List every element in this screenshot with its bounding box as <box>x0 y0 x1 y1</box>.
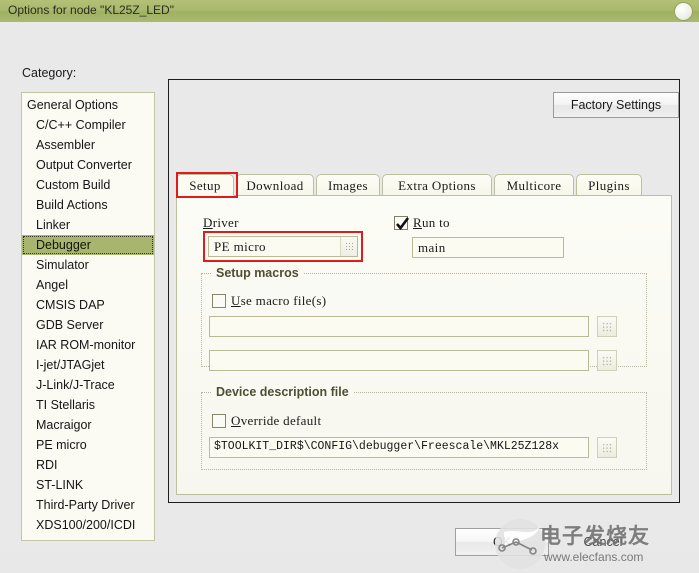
chevron-dots-icon[interactable] <box>340 237 357 256</box>
tab-extra-options[interactable]: Extra Options <box>382 174 492 196</box>
use-macro-files-label: Use macro file(s) <box>231 293 326 309</box>
run-to-checkbox[interactable] <box>394 216 410 231</box>
macro-file-1-input[interactable] <box>209 316 589 337</box>
tab-images[interactable]: Images <box>316 174 380 196</box>
category-list[interactable]: General Options C/C++ Compiler Assembler Ou… <box>21 92 155 541</box>
category-item-st-link[interactable]: ST-LINK <box>22 475 154 495</box>
driver-label-rest: river <box>212 215 239 230</box>
run-to-label: Run to <box>413 215 450 231</box>
device-description-title: Device description file <box>212 385 353 399</box>
tab-setup[interactable]: Setup <box>176 174 234 196</box>
tab-download[interactable]: Download <box>236 174 314 196</box>
category-item-c-c-compiler[interactable]: C/C++ Compiler <box>22 115 154 135</box>
checkmark-icon <box>396 217 410 231</box>
category-item-iar-rom-monitor[interactable]: IAR ROM-monitor <box>22 335 154 355</box>
browse-dots-icon <box>602 443 613 454</box>
run-to-value: main <box>418 240 446 255</box>
device-description-group: Device description file <box>201 385 647 470</box>
cancel-button[interactable]: Cancel <box>556 528 650 556</box>
category-item-assembler[interactable]: Assembler <box>22 135 154 155</box>
run-to-input[interactable]: main <box>412 237 564 258</box>
category-item-i-jet-jtagjet[interactable]: I-jet/JTAGjet <box>22 355 154 375</box>
driver-combobox[interactable]: PE micro <box>208 236 358 257</box>
category-item-pe-micro[interactable]: PE micro <box>22 435 154 455</box>
category-item-third-party-driver[interactable]: Third-Party Driver <box>22 495 154 515</box>
category-item-debugger[interactable]: Debugger <box>22 235 154 255</box>
category-item-linker[interactable]: Linker <box>22 215 154 235</box>
category-item-angel[interactable]: Angel <box>22 275 154 295</box>
run-to-label-accel: R <box>413 215 422 230</box>
dialog-body: Category: General Options C/C++ Compiler A… <box>0 22 699 569</box>
browse-dots-icon <box>602 356 613 367</box>
category-item-build-actions[interactable]: Build Actions <box>22 195 154 215</box>
window-titlebar: Options for node "KL25Z_LED" <box>0 0 699 23</box>
device-description-browse-button[interactable] <box>597 437 617 458</box>
window-title: Options for node "KL25Z_LED" <box>8 3 174 17</box>
driver-label: Driver <box>203 215 239 231</box>
browse-dots-icon <box>602 322 613 333</box>
use-macro-files-accel: U <box>231 293 241 308</box>
category-item-macraigor[interactable]: Macraigor <box>22 415 154 435</box>
macro-file-2-browse-button[interactable] <box>597 350 617 371</box>
category-item-custom-build[interactable]: Custom Build <box>22 175 154 195</box>
category-item-rdi[interactable]: RDI <box>22 455 154 475</box>
override-default-label: Override default <box>231 413 321 429</box>
run-to-label-rest: un to <box>421 215 450 230</box>
tab-multicore[interactable]: Multicore <box>494 174 574 196</box>
override-default-accel: O <box>231 413 241 428</box>
setup-macros-title: Setup macros <box>212 266 303 280</box>
tab-plugins[interactable]: Plugins <box>576 174 642 196</box>
category-item-xds100-200-icdi[interactable]: XDS100/200/ICDI <box>22 515 154 535</box>
override-default-checkbox[interactable] <box>212 414 226 428</box>
macro-file-2-input[interactable] <box>209 350 589 371</box>
macro-file-1-browse-button[interactable] <box>597 316 617 337</box>
category-item-cmsis-dap[interactable]: CMSIS DAP <box>22 295 154 315</box>
tab-strip[interactable]: Setup Download Images Extra Options Multicor… <box>176 174 672 196</box>
category-item-ti-stellaris[interactable]: TI Stellaris <box>22 395 154 415</box>
use-macro-files-label-rest: se macro file(s) <box>240 293 327 308</box>
use-macro-files-checkbox[interactable] <box>212 294 226 308</box>
category-item-gdb-server[interactable]: GDB Server <box>22 315 154 335</box>
override-default-label-rest: verride default <box>240 413 322 428</box>
category-item-simulator[interactable]: Simulator <box>22 255 154 275</box>
driver-value: PE micro <box>214 239 266 254</box>
category-item-general-options[interactable]: General Options <box>22 95 154 115</box>
close-circle-icon[interactable] <box>674 2 693 21</box>
category-item-output-converter[interactable]: Output Converter <box>22 155 154 175</box>
driver-label-accel: D <box>203 215 213 230</box>
factory-settings-button[interactable]: Factory Settings <box>553 92 679 118</box>
device-description-path-input[interactable]: $TOOLKIT_DIR$\CONFIG\debugger\Freescale\… <box>209 437 589 458</box>
ok-button[interactable]: OK <box>455 528 549 556</box>
category-item-j-link-j-trace[interactable]: J-Link/J-Trace <box>22 375 154 395</box>
category-label: Category: <box>22 66 77 80</box>
